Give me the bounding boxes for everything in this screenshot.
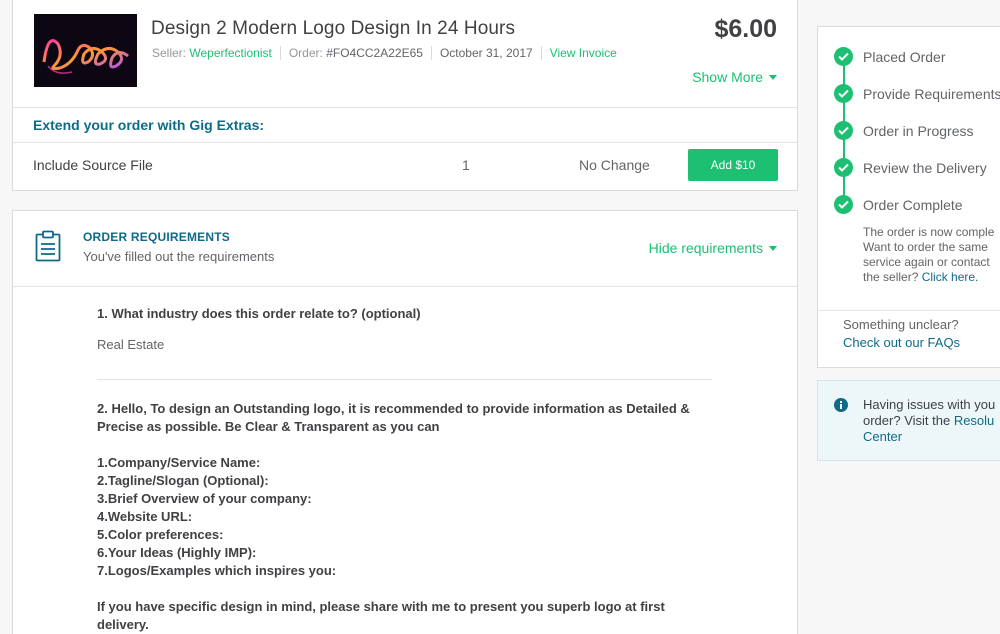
- timeline-divider: [818, 310, 1000, 311]
- timeline-step-label: Provide Requirements: [863, 85, 1000, 102]
- requirement-list-item: 3.Brief Overview of your company:: [97, 491, 312, 506]
- timeline-step: Order Complete: [834, 195, 963, 214]
- order-meta: Seller: Weperfectionist Order: #FO4CC2A2…: [152, 46, 617, 60]
- answer-1: Real Estate: [97, 337, 165, 352]
- complete-line: Want to order the same: [863, 240, 988, 254]
- issues-message: Having issues with you order? Visit the …: [863, 397, 995, 445]
- timeline-step: Provide Requirements: [834, 84, 1000, 103]
- requirement-list-item: 7.Logos/Examples which inspires you:: [97, 563, 337, 578]
- meta-divider: [279, 46, 281, 60]
- requirements-closing: If you have specific design in mind, ple…: [97, 599, 665, 632]
- timeline-step: Order in Progress: [834, 121, 973, 140]
- complete-line: service again or contact: [863, 255, 990, 269]
- requirement-list-item: 5.Color preferences:: [97, 527, 224, 542]
- requirements-header: ORDER REQUIREMENTS You've filled out the…: [13, 211, 797, 287]
- chevron-down-icon: [769, 74, 777, 80]
- question-2: 2. Hello, To design an Outstanding logo,…: [97, 401, 690, 434]
- order-card: Design 2 Modern Logo Design In 24 Hours …: [12, 0, 798, 191]
- timeline-step-label: Order Complete: [863, 196, 963, 213]
- requirements-body: 1. What industry does this order relate …: [97, 305, 717, 634]
- logo-artwork-image: [34, 14, 137, 87]
- question-divider: [97, 379, 712, 380]
- timeline-step: Placed Order: [834, 47, 945, 66]
- seller-label: Seller:: [152, 46, 187, 60]
- extra-name: Include Source File: [33, 157, 153, 173]
- order-price: $6.00: [714, 15, 777, 43]
- timeline-step-label: Placed Order: [863, 48, 946, 65]
- add-extra-button[interactable]: Add $10: [688, 149, 778, 181]
- gig-extras-title: Extend your order with Gig Extras:: [33, 117, 265, 133]
- info-icon: [834, 398, 848, 417]
- show-more-label: Show More: [692, 69, 763, 85]
- faq-link[interactable]: Check out our FAQs: [843, 335, 960, 350]
- complete-line: the seller? Click here.: [863, 270, 994, 285]
- requirement-list-item: 6.Your Ideas (Highly IMP):: [97, 545, 257, 560]
- issues-card: Having issues with you order? Visit the …: [817, 380, 1000, 461]
- requirement-list-item: 4.Website URL:: [97, 509, 193, 524]
- issues-line-prefix: order? Visit the: [863, 413, 954, 428]
- something-unclear-text: Something unclear?: [843, 317, 959, 332]
- resolution-center-link[interactable]: Center: [863, 429, 995, 445]
- requirement-list-item: 2.Tagline/Slogan (Optional):: [97, 473, 269, 488]
- reorder-link[interactable]: Click here.: [922, 270, 979, 284]
- complete-line: The order is now comple: [863, 225, 995, 239]
- extra-delivery-change: No Change: [579, 157, 650, 173]
- timeline-step-label: Order in Progress: [863, 122, 974, 139]
- check-circle-icon: [834, 84, 853, 103]
- hide-requirements-toggle[interactable]: Hide requirements: [649, 240, 777, 256]
- hide-requirements-label: Hide requirements: [648, 240, 763, 256]
- order-timeline-card: Placed Order Provide Requirements Order …: [817, 26, 1000, 368]
- question-1: 1. What industry does this order relate …: [97, 306, 421, 321]
- chevron-down-icon: [769, 245, 777, 251]
- requirements-subtitle: You've filled out the requirements: [83, 249, 275, 264]
- timeline-step-label: Review the Delivery: [863, 159, 987, 176]
- order-date: October 31, 2017: [439, 46, 533, 60]
- gig-thumbnail[interactable]: [34, 14, 137, 87]
- view-invoice-link[interactable]: View Invoice: [550, 46, 617, 60]
- check-circle-icon: [834, 158, 853, 177]
- check-circle-icon: [834, 195, 853, 214]
- clipboard-icon: [35, 230, 61, 267]
- requirements-title: ORDER REQUIREMENTS: [83, 230, 230, 244]
- meta-divider: [430, 46, 432, 60]
- show-more-toggle[interactable]: Show More: [692, 69, 777, 85]
- extra-quantity[interactable]: 1: [462, 157, 470, 173]
- check-circle-icon: [834, 47, 853, 66]
- gig-extras-header: Extend your order with Gig Extras:: [13, 107, 797, 143]
- requirement-list-item: 1.Company/Service Name:: [97, 455, 261, 470]
- check-circle-icon: [834, 121, 853, 140]
- gig-title[interactable]: Design 2 Modern Logo Design In 24 Hours: [151, 18, 515, 40]
- order-id: #FO4CC2A22E65: [326, 46, 423, 60]
- requirements-card: ORDER REQUIREMENTS You've filled out the…: [12, 210, 798, 634]
- resolution-center-link[interactable]: Resolu: [954, 413, 994, 428]
- complete-line-prefix: the seller?: [863, 270, 922, 284]
- issues-line: order? Visit the Resolu: [863, 413, 995, 429]
- issues-line: Having issues with you: [863, 397, 996, 412]
- order-complete-message: The order is now comple Want to order th…: [863, 225, 994, 285]
- meta-divider: [540, 46, 542, 60]
- gig-extra-row: Include Source File 1 No Change Add $10: [13, 143, 797, 190]
- seller-link[interactable]: Weperfectionist: [189, 46, 271, 60]
- order-label: Order:: [288, 46, 323, 60]
- timeline-step: Review the Delivery: [834, 158, 987, 177]
